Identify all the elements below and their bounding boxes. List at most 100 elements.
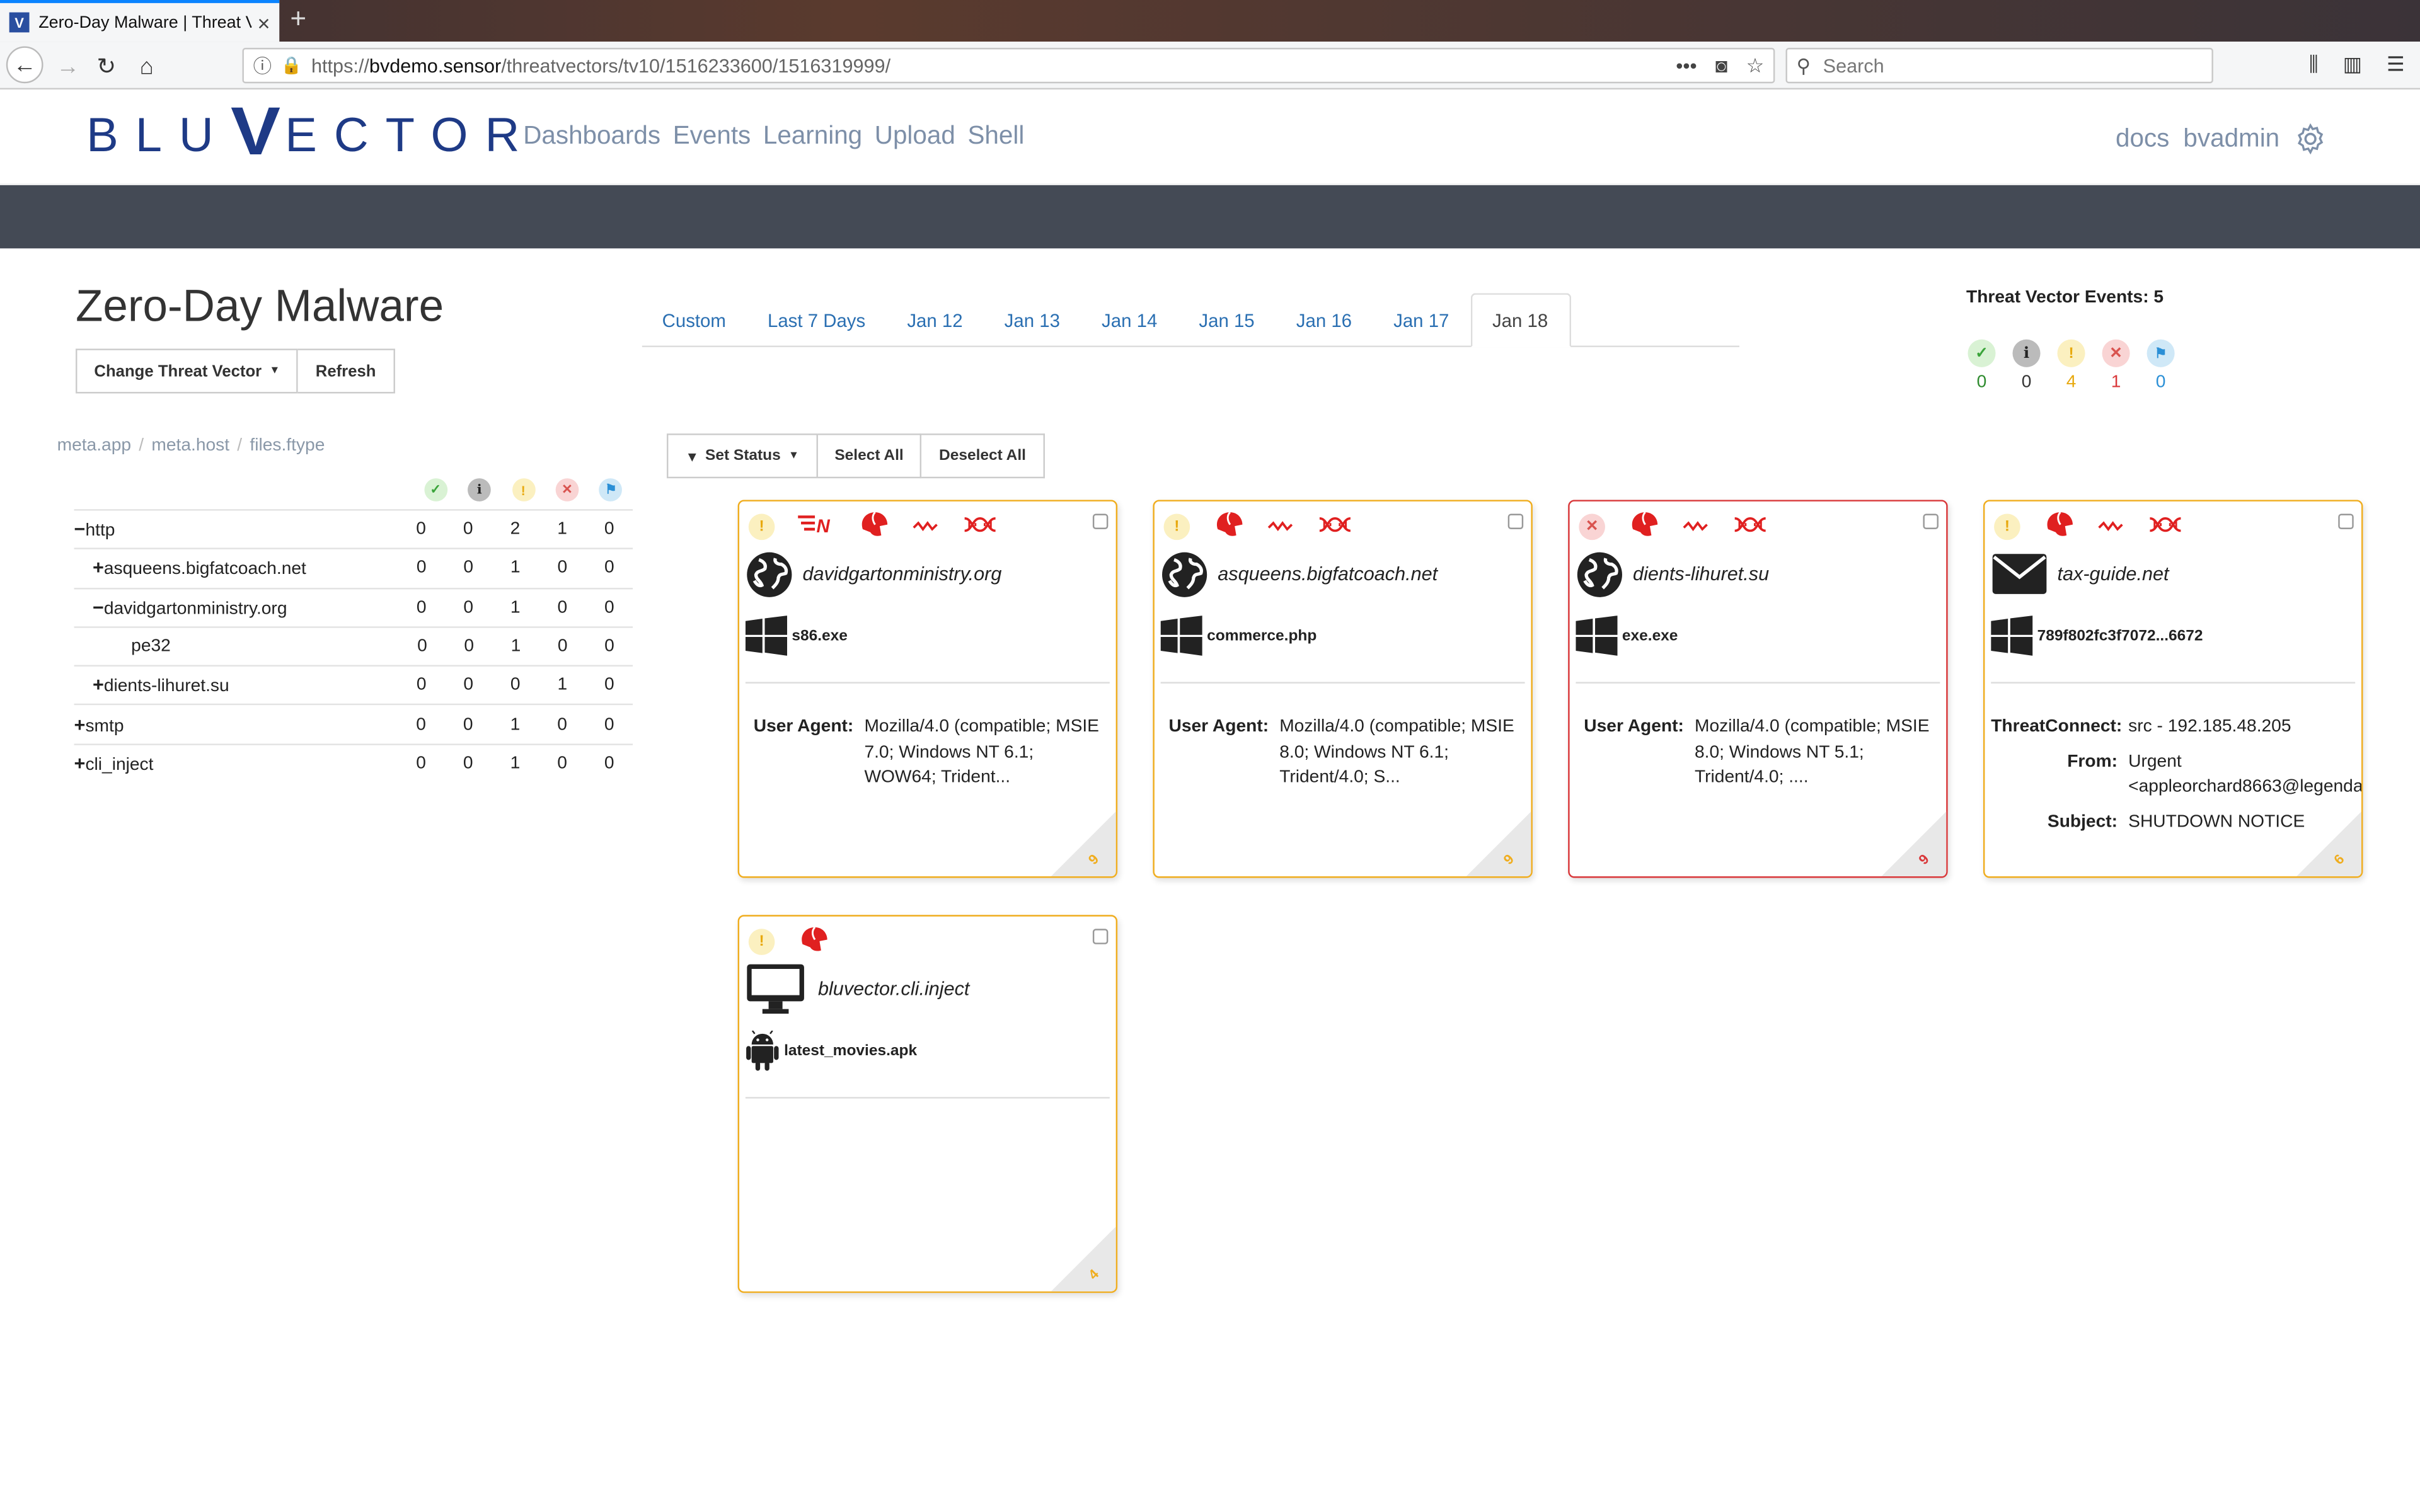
tree-row[interactable]: +asqueens.bigfatcoach.net 0 0 1 0 0 [74,548,633,587]
summary-flag[interactable]: ⚑ 0 [2145,339,2176,392]
card-select-checkbox[interactable] [1092,513,1109,530]
refresh-button[interactable]: Refresh [298,348,395,394]
nav-events[interactable]: Events [673,122,751,151]
breadcrumb-files-ftype[interactable]: files.ftype [250,437,325,455]
date-tab-jan-15[interactable]: Jan 15 [1179,293,1276,347]
helmet-icon [1628,511,1659,542]
warning-icon[interactable]: ! [748,513,775,539]
breadcrumb-meta-host[interactable]: meta.host [151,437,229,455]
library-icon[interactable]: ⫼ [2309,52,2319,77]
expand-icon[interactable]: + [74,753,86,774]
event-card[interactable]: ! N davidgartonministry.org s86.exe User … [737,500,1118,878]
card-file-name[interactable]: commerce.php [1207,627,1317,644]
tree-cell-flag: 0 [604,676,614,695]
card-file-name[interactable]: latest_movies.apk [784,1042,917,1059]
summary-info[interactable]: i0 [2011,339,2042,392]
card-select-checkbox[interactable] [1507,513,1524,530]
date-tab-last-7-days[interactable]: Last 7 Days [747,293,887,347]
search-bar[interactable]: ⚲ Search [1785,47,2213,84]
tree-row[interactable]: +cli_inject 0 0 1 0 0 [74,743,633,782]
info-icon[interactable]: ⓘ [253,52,272,79]
threat-vector-events-count: Threat Vector Events: 5 [1966,288,2164,307]
home-icon[interactable]: ⌂ [128,48,165,85]
expand-icon[interactable]: + [93,558,104,579]
url-bar[interactable]: ⓘ 🔒 https://bvdemo.sensor/threatvectors/… [242,47,1775,84]
tree-cell-flag: 0 [604,637,614,656]
nav-dashboards[interactable]: Dashboards [523,122,660,151]
date-tab-jan-12[interactable]: Jan 12 [887,293,984,347]
date-tab-jan-14[interactable]: Jan 14 [1081,293,1178,347]
date-tab-jan-13[interactable]: Jan 13 [984,293,1081,347]
settings-gear-icon[interactable] [2293,122,2327,156]
date-tab-custom[interactable]: Custom [642,293,747,347]
error-icon: ✕ [2102,339,2130,367]
card-host-name[interactable]: dients-lihuret.su [1633,563,1769,585]
tree-row[interactable]: −davidgartonministry.org 0 0 1 0 0 [74,587,633,626]
forward-icon[interactable]: → [49,48,86,85]
card-select-checkbox[interactable] [1092,929,1109,944]
breadcrumb: meta.app / meta.host / files.ftype [57,437,325,455]
nav-user[interactable]: bvadmin [2183,124,2279,154]
flag-icon: ⚑ [2146,339,2175,367]
card-file-name[interactable]: s86.exe [792,627,848,644]
tree-row[interactable]: +smtp 0 0 1 0 0 [74,704,633,743]
browser-tab[interactable]: V Zero-Day Malware | Threat Vector × [0,0,280,42]
card-file-name[interactable]: 789f802fc3f7072...6672 [2037,627,2203,644]
summary-error[interactable]: ✕ 1 [2100,339,2131,392]
tree-row[interactable]: pe32 0 0 1 0 0 [74,626,633,665]
set-status-button[interactable]: ▼ Set Status ▼ [666,433,818,479]
nav-learning[interactable]: Learning [763,122,862,151]
sidebar-icon[interactable]: ▥ [2343,52,2362,77]
expand-icon[interactable]: + [74,714,86,735]
nav-docs[interactable]: docs [2116,124,2169,154]
card-host-name[interactable]: tax-guide.net [2058,563,2169,585]
event-card[interactable]: ! bluvector.cli.inject latest_movies.apk… [737,915,1118,1293]
rules-icon: N [798,514,835,539]
bluvector-logo[interactable]: BLU V ECTOR [86,98,536,166]
card-host-name[interactable]: bluvector.cli.inject [818,978,969,1000]
event-card[interactable]: ✕ dients-lihuret.su exe.exe User Agent: M… [1568,500,1948,878]
pocket-icon[interactable]: ◙ [1715,53,1727,77]
card-select-checkbox[interactable] [2338,513,2354,530]
deselect-all-button[interactable]: Deselect All [922,433,1045,479]
menu-icon[interactable]: ☰ [2387,52,2405,77]
back-icon[interactable]: ← [6,46,43,84]
reload-icon[interactable]: ↻ [88,48,125,85]
warning-icon[interactable]: ! [1994,513,2020,539]
card-file-name[interactable]: exe.exe [1622,627,1678,644]
breadcrumb-meta-app[interactable]: meta.app [57,437,131,455]
expand-icon[interactable]: + [93,675,104,696]
collapse-icon[interactable]: − [74,518,86,540]
summary-check[interactable]: ✓ 0 [1966,339,1997,392]
date-tab-jan-16[interactable]: Jan 16 [1276,293,1373,347]
nav-shell[interactable]: Shell [967,122,1024,151]
helmet-icon [2043,511,2074,542]
change-threat-vector-button[interactable]: Change Threat Vector ▼ [76,348,299,394]
date-tab-jan-18[interactable]: Jan 18 [1470,293,1571,348]
event-card[interactable]: ! asqueens.bigfatcoach.net commerce.php … [1153,500,1533,878]
warning-icon[interactable]: ! [1163,513,1190,539]
more-icon[interactable]: ••• [1676,53,1697,77]
windows-icon [1576,616,1618,656]
warning-icon[interactable]: ! [748,928,775,954]
event-card[interactable]: ! tax-guide.net 789f802fc3f7072...6672 T… [1983,500,2363,878]
tree-row[interactable]: −http 0 0 2 1 0 [74,509,633,548]
bookmark-star-icon[interactable]: ☆ [1746,53,1765,77]
summary-warning[interactable]: ! 4 [2056,339,2087,392]
card-select-checkbox[interactable] [1923,513,1939,530]
tree-cell-info: 0 [463,715,473,734]
nav-upload[interactable]: Upload [875,122,955,151]
tree-cell-warning: 1 [510,559,521,578]
card-host-name[interactable]: asqueens.bigfatcoach.net [1218,563,1438,585]
check-icon: ✓ [1968,339,1996,367]
new-tab-icon[interactable]: + [290,3,306,35]
monitor-icon [746,964,806,1014]
select-all-button[interactable]: Select All [817,433,923,479]
collapse-icon[interactable]: − [93,597,104,618]
date-tab-jan-17[interactable]: Jan 17 [1373,293,1470,347]
tree-cell-check: 0 [416,715,426,734]
card-host-name[interactable]: davidgartonministry.org [802,563,1001,585]
error-icon[interactable]: ✕ [1579,513,1605,539]
close-tab-icon[interactable]: × [258,10,270,35]
tree-row[interactable]: +dients-lihuret.su 0 0 0 1 0 [74,665,633,704]
